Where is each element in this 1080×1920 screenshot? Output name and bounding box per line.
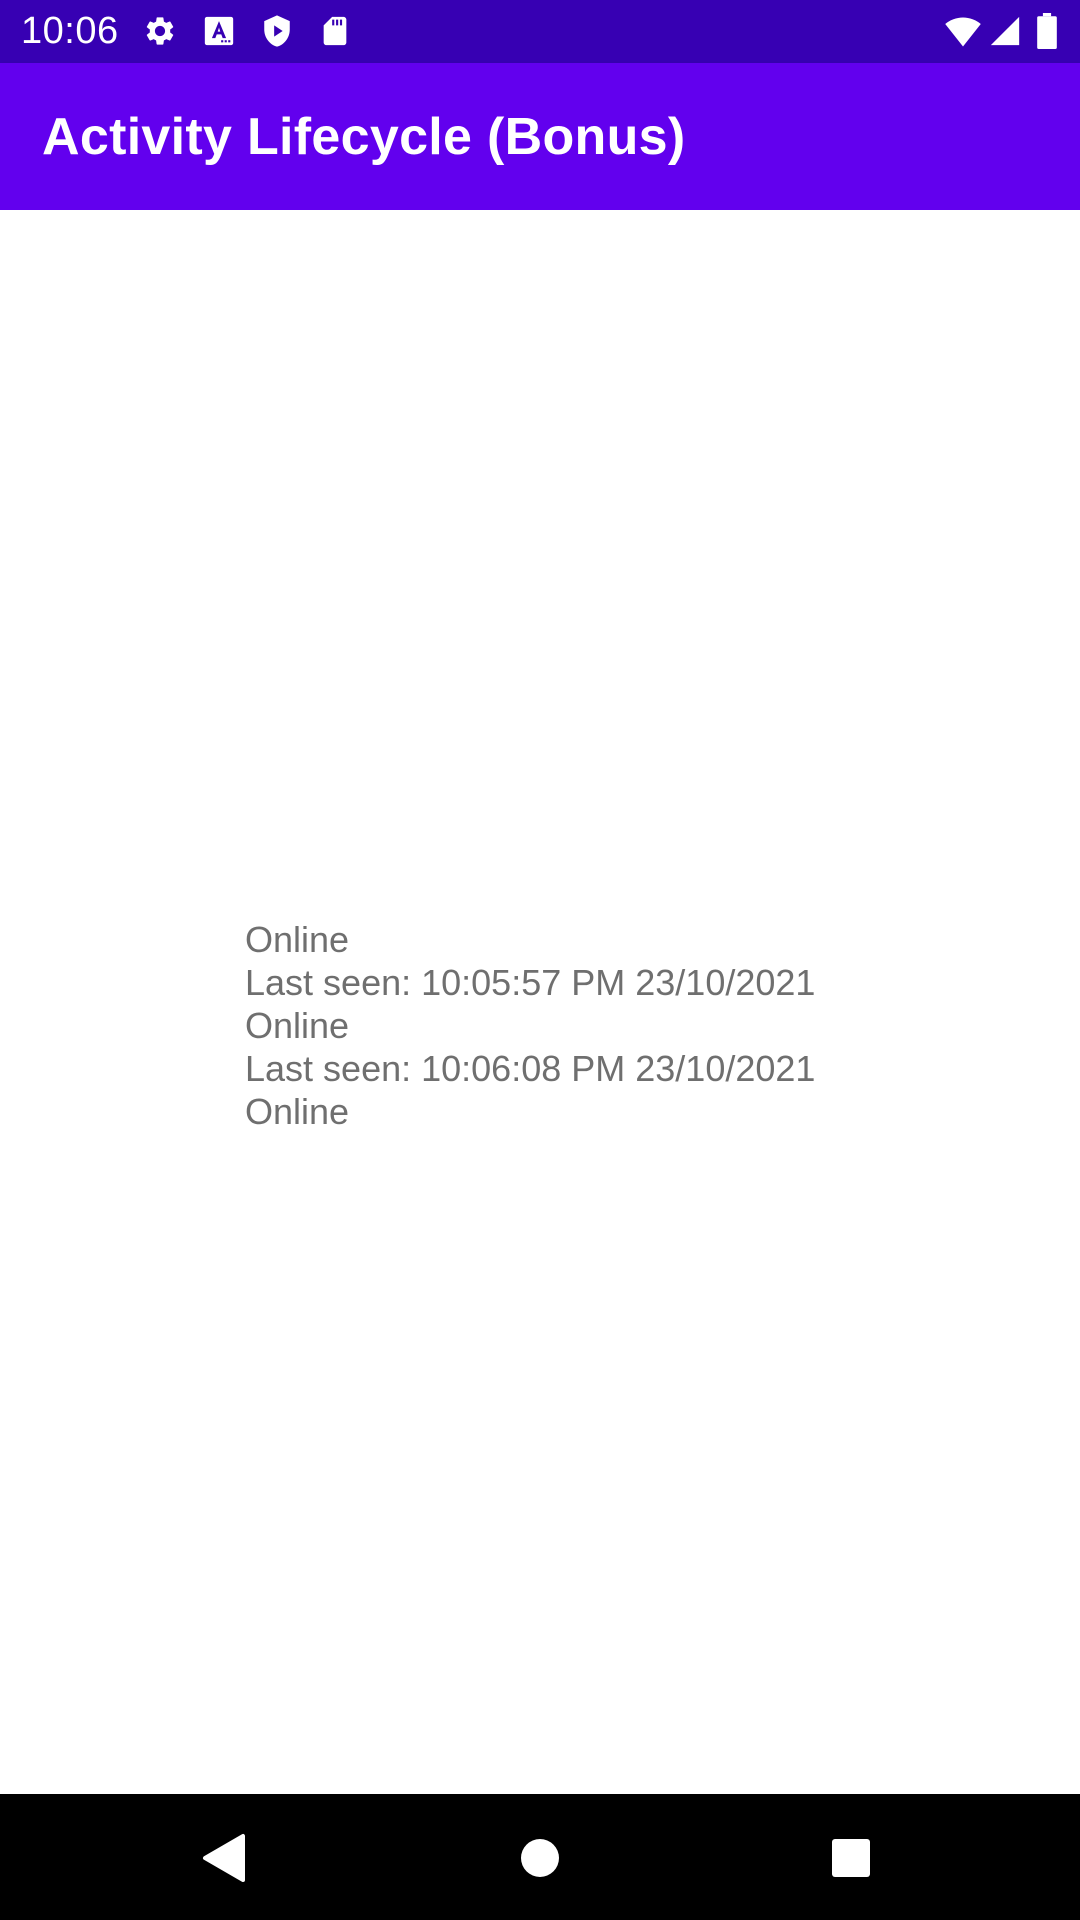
navigation-bar [0, 1794, 1080, 1920]
gear-icon [146, 17, 174, 45]
log-line-last-seen: Last seen: 10:06:08 PM 23/10/2021 [245, 1048, 816, 1089]
log-line-online: Online [245, 919, 350, 960]
app-bar: Activity Lifecycle (Bonus) [0, 63, 1080, 210]
status-bar: 10:06 [0, 0, 1080, 63]
back-icon[interactable] [191, 1822, 261, 1892]
play-protect-icon [264, 15, 290, 47]
cellular-signal-icon [990, 16, 1020, 46]
log-line-online: Online [245, 1091, 350, 1132]
font-a-icon [204, 16, 234, 46]
log-line-online: Online [245, 1005, 350, 1046]
app-title: Activity Lifecycle (Bonus) [42, 108, 686, 166]
status-log: Online Last seen: 10:05:57 PM 23/10/2021… [245, 918, 815, 1133]
home-icon[interactable] [505, 1822, 575, 1892]
battery-icon [1037, 13, 1057, 49]
recents-icon[interactable] [816, 1822, 886, 1892]
sd-card-icon [323, 16, 347, 46]
log-line-last-seen: Last seen: 10:05:57 PM 23/10/2021 [245, 962, 816, 1003]
wifi-icon [945, 17, 981, 47]
status-time: 10:06 [21, 10, 119, 52]
main-content: Online Last seen: 10:05:57 PM 23/10/2021… [0, 210, 1080, 1794]
